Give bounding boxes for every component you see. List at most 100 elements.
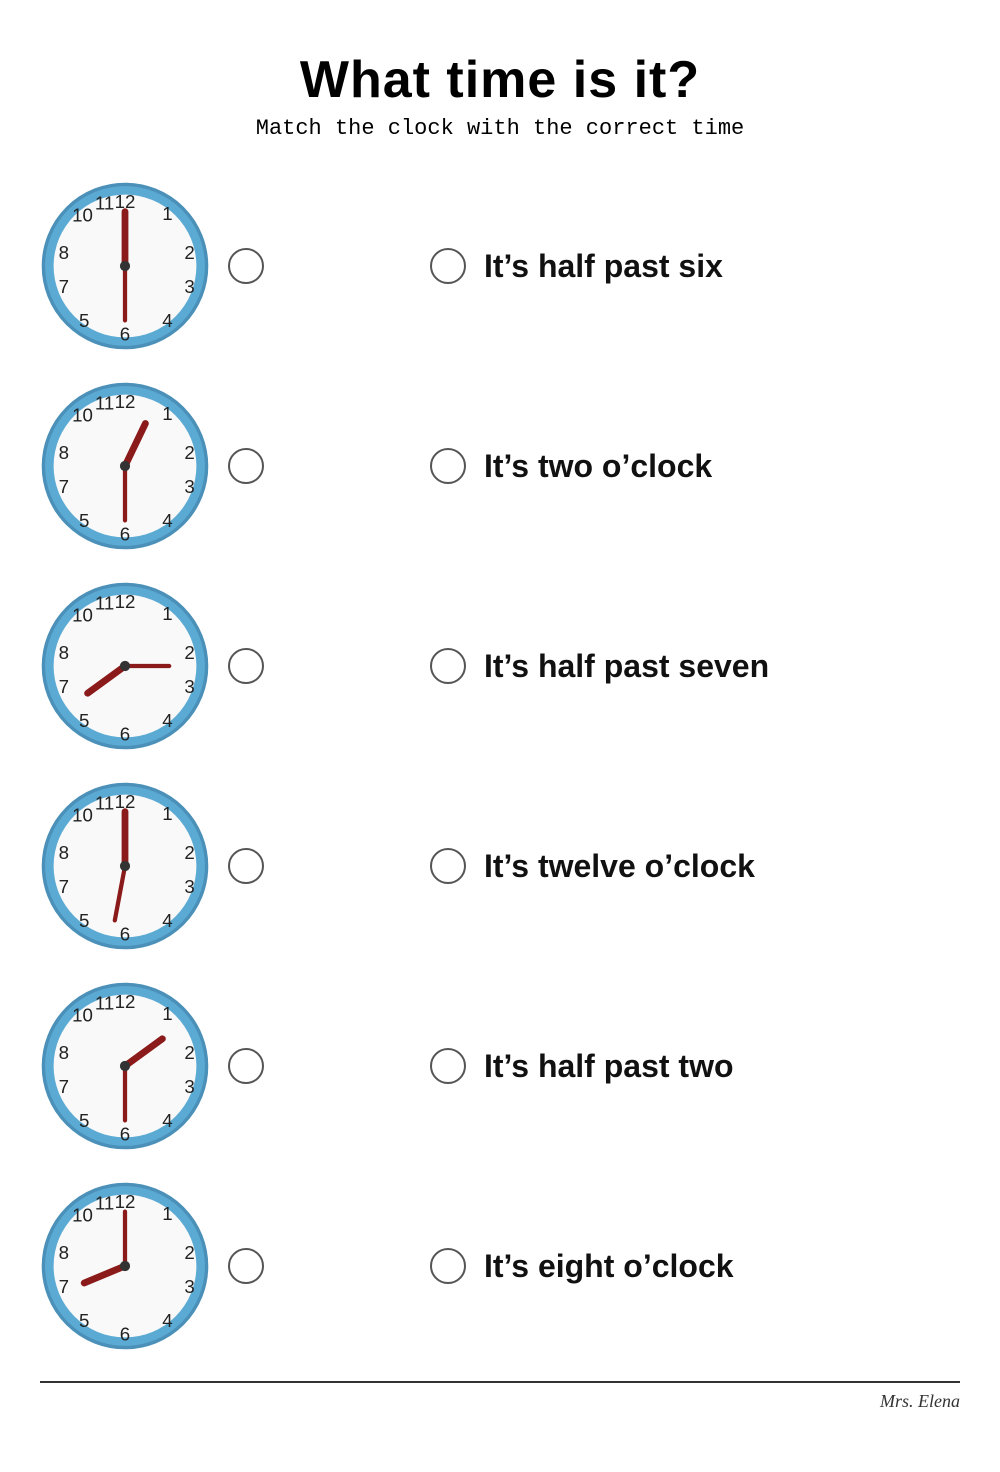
answer-radio-4[interactable] <box>430 848 466 884</box>
svg-text:2: 2 <box>184 842 194 863</box>
svg-text:12: 12 <box>115 991 136 1012</box>
svg-text:2: 2 <box>184 1042 194 1063</box>
svg-text:6: 6 <box>120 924 130 945</box>
svg-text:6: 6 <box>120 524 130 545</box>
svg-text:3: 3 <box>184 876 194 897</box>
answer-radio-1[interactable] <box>430 248 466 284</box>
clock-5: 12 1 2 3 4 6 5 7 8 10 11 <box>40 981 210 1151</box>
svg-text:8: 8 <box>59 642 69 663</box>
clock-radio-2[interactable] <box>228 448 264 484</box>
clock-2: 12 1 2 3 4 6 5 7 8 10 11 <box>40 381 210 551</box>
clock-radio-3[interactable] <box>228 648 264 684</box>
svg-text:11: 11 <box>95 793 114 814</box>
row-5: 12 1 2 3 4 6 5 7 8 10 11 <box>40 971 960 1161</box>
svg-text:4: 4 <box>162 510 172 531</box>
answer-area-2: It’s two o’clock <box>430 448 960 485</box>
svg-text:11: 11 <box>95 593 114 614</box>
clock-area-3: 12 1 2 3 4 6 5 7 8 10 11 <box>40 581 350 751</box>
svg-text:5: 5 <box>79 910 89 931</box>
clock-area-5: 12 1 2 3 4 6 5 7 8 10 11 <box>40 981 350 1151</box>
svg-text:8: 8 <box>59 1242 69 1263</box>
answer-text-5: It’s half past two <box>484 1048 734 1085</box>
clock-area-2: 12 1 2 3 4 6 5 7 8 10 11 <box>40 381 350 551</box>
clock-area-4: 12 1 2 3 4 6 5 7 8 10 11 <box>40 781 350 951</box>
svg-text:7: 7 <box>59 676 69 697</box>
svg-text:10: 10 <box>72 1205 93 1226</box>
clock-6: 12 1 2 3 4 6 5 7 8 10 11 <box>40 1181 210 1351</box>
svg-text:10: 10 <box>72 1005 93 1026</box>
clock-4: 12 1 2 3 4 6 5 7 8 10 11 <box>40 781 210 951</box>
svg-text:10: 10 <box>72 605 93 626</box>
svg-text:2: 2 <box>184 442 194 463</box>
svg-text:12: 12 <box>115 391 136 412</box>
clock-1: 12 1 2 3 4 6 5 7 8 10 11 <box>40 181 210 351</box>
svg-text:2: 2 <box>184 242 194 263</box>
svg-text:5: 5 <box>79 1110 89 1131</box>
svg-text:6: 6 <box>120 1324 130 1345</box>
clock-radio-4[interactable] <box>228 848 264 884</box>
answer-area-1: It’s half past six <box>430 248 960 285</box>
svg-text:11: 11 <box>95 193 114 214</box>
clock-radio-1[interactable] <box>228 248 264 284</box>
clock-radio-5[interactable] <box>228 1048 264 1084</box>
svg-text:8: 8 <box>59 1042 69 1063</box>
clock-3: 12 1 2 3 4 6 5 7 8 10 11 <box>40 581 210 751</box>
svg-text:3: 3 <box>184 476 194 497</box>
clock-area-6: 12 1 2 3 4 6 5 7 8 10 11 <box>40 1181 350 1351</box>
svg-text:3: 3 <box>184 1276 194 1297</box>
svg-text:5: 5 <box>79 1310 89 1331</box>
clock-radio-6[interactable] <box>228 1248 264 1284</box>
row-2: 12 1 2 3 4 6 5 7 8 10 11 <box>40 371 960 561</box>
svg-text:4: 4 <box>162 1310 172 1331</box>
svg-text:1: 1 <box>162 403 172 424</box>
svg-text:7: 7 <box>59 876 69 897</box>
svg-text:11: 11 <box>95 993 114 1014</box>
svg-text:1: 1 <box>162 1003 172 1024</box>
svg-text:8: 8 <box>59 842 69 863</box>
svg-text:5: 5 <box>79 710 89 731</box>
clock-area-1: 12 1 2 3 4 6 5 7 8 10 11 <box>40 181 350 351</box>
svg-text:1: 1 <box>162 803 172 824</box>
svg-text:1: 1 <box>162 1203 172 1224</box>
svg-text:7: 7 <box>59 476 69 497</box>
rows-container: 12 1 2 3 4 6 5 7 8 10 11 <box>40 171 960 1361</box>
svg-text:1: 1 <box>162 203 172 224</box>
svg-text:4: 4 <box>162 310 172 331</box>
answer-radio-3[interactable] <box>430 648 466 684</box>
svg-text:10: 10 <box>72 405 93 426</box>
svg-text:6: 6 <box>120 724 130 745</box>
svg-text:11: 11 <box>95 1193 114 1214</box>
svg-text:5: 5 <box>79 510 89 531</box>
svg-text:3: 3 <box>184 1076 194 1097</box>
svg-text:11: 11 <box>95 393 114 414</box>
svg-text:10: 10 <box>72 205 93 226</box>
svg-text:4: 4 <box>162 710 172 731</box>
svg-text:6: 6 <box>120 324 130 345</box>
svg-text:5: 5 <box>79 310 89 331</box>
footer-credit: Mrs. Elena <box>40 1391 960 1412</box>
svg-text:4: 4 <box>162 1110 172 1131</box>
row-1: 12 1 2 3 4 6 5 7 8 10 11 <box>40 171 960 361</box>
answer-radio-2[interactable] <box>430 448 466 484</box>
svg-text:3: 3 <box>184 276 194 297</box>
answer-radio-5[interactable] <box>430 1048 466 1084</box>
answer-text-4: It’s twelve o’clock <box>484 848 755 885</box>
svg-text:7: 7 <box>59 1076 69 1097</box>
svg-text:10: 10 <box>72 805 93 826</box>
answer-area-6: It’s eight o’clock <box>430 1248 960 1285</box>
svg-text:8: 8 <box>59 242 69 263</box>
answer-text-6: It’s eight o’clock <box>484 1248 734 1285</box>
svg-text:8: 8 <box>59 442 69 463</box>
footer-line <box>40 1381 960 1383</box>
svg-text:3: 3 <box>184 676 194 697</box>
row-3: 12 1 2 3 4 6 5 7 8 10 11 <box>40 571 960 761</box>
answer-radio-6[interactable] <box>430 1248 466 1284</box>
row-4: 12 1 2 3 4 6 5 7 8 10 11 <box>40 771 960 961</box>
answer-area-4: It’s twelve o’clock <box>430 848 960 885</box>
answer-area-5: It’s half past two <box>430 1048 960 1085</box>
svg-text:1: 1 <box>162 603 172 624</box>
svg-text:7: 7 <box>59 1276 69 1297</box>
svg-text:7: 7 <box>59 276 69 297</box>
svg-text:12: 12 <box>115 591 136 612</box>
answer-area-3: It’s half past seven <box>430 648 960 685</box>
